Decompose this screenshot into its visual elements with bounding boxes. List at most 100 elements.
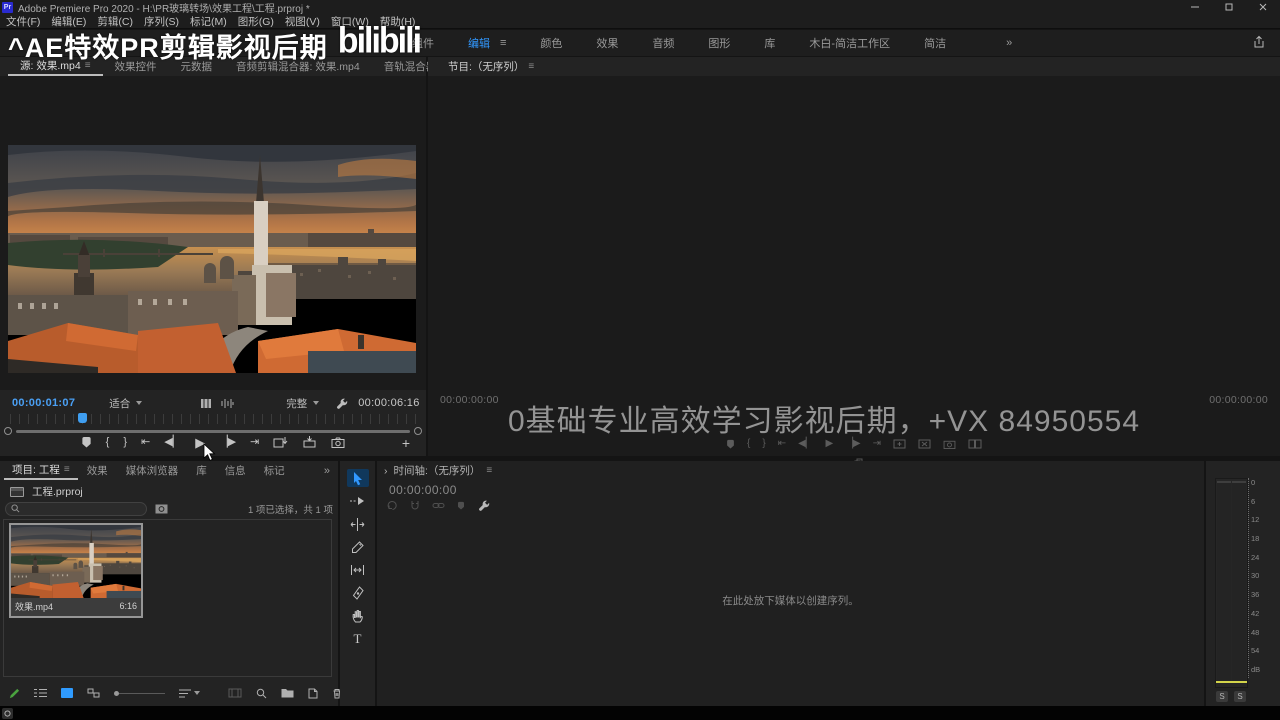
- extract-icon[interactable]: [918, 439, 931, 449]
- workspace-tab-color[interactable]: 颜色: [540, 35, 562, 51]
- search-bin-icon[interactable]: [155, 503, 168, 514]
- drag-video-icon[interactable]: [200, 398, 212, 409]
- step-back-icon[interactable]: ◀▏: [164, 436, 181, 448]
- workspace-menu-icon[interactable]: ≡: [500, 37, 506, 49]
- workspace-tab-assembly[interactable]: 组件: [412, 35, 434, 51]
- insert-overwrite-toggle-icon[interactable]: [387, 500, 398, 511]
- close-button[interactable]: [1246, 0, 1280, 14]
- insert-icon[interactable]: [273, 436, 288, 448]
- menu-clip[interactable]: 剪辑(C): [97, 14, 133, 29]
- project-writable-icon[interactable]: [8, 687, 20, 699]
- workspace-tab-graphics[interactable]: 图形: [708, 35, 730, 51]
- restore-button[interactable]: [1212, 0, 1246, 14]
- sort-icon[interactable]: [179, 689, 200, 698]
- timeline-settings-wrench-icon[interactable]: [477, 499, 490, 512]
- add-marker-icon[interactable]: [457, 501, 465, 510]
- timeline-empty-message[interactable]: 在此处放下媒体以创建序列。: [377, 593, 1204, 608]
- tab-project[interactable]: 项目: 工程 ≡: [4, 461, 78, 480]
- panel-menu-icon[interactable]: ≡: [486, 465, 492, 476]
- project-tabs-overflow-icon[interactable]: »: [324, 465, 330, 477]
- list-view-icon[interactable]: [34, 688, 47, 698]
- mark-in-icon[interactable]: {: [106, 436, 110, 448]
- clip-thumbnail[interactable]: [11, 525, 141, 598]
- menu-sequence[interactable]: 序列(S): [144, 14, 179, 29]
- find-icon[interactable]: [256, 688, 267, 699]
- solo-right-button[interactable]: S: [1234, 691, 1246, 702]
- workspace-tab-libraries[interactable]: 库: [764, 35, 775, 51]
- mark-in-icon[interactable]: {: [747, 438, 750, 449]
- comparison-view-icon[interactable]: [968, 439, 982, 449]
- tab-libraries[interactable]: 库: [187, 461, 216, 480]
- automate-to-sequence-icon[interactable]: [228, 688, 242, 698]
- export-frame-icon[interactable]: [331, 437, 345, 448]
- workspace-tab-audio[interactable]: 音频: [652, 35, 674, 51]
- play-button[interactable]: ▶: [195, 436, 205, 449]
- tab-metadata[interactable]: 元数据: [169, 57, 225, 76]
- add-marker-icon[interactable]: [726, 439, 735, 449]
- menu-window[interactable]: 窗口(W): [331, 14, 369, 29]
- play-button[interactable]: ▶: [825, 438, 833, 449]
- mark-out-icon[interactable]: }: [123, 436, 127, 448]
- type-tool[interactable]: T: [347, 630, 369, 648]
- go-to-out-icon[interactable]: ⇥: [250, 436, 259, 448]
- step-forward-icon[interactable]: ▕▶: [845, 438, 860, 449]
- workspace-tab-custom[interactable]: 木白-简洁工作区: [809, 35, 890, 51]
- playback-resolution-dropdown[interactable]: 完整: [286, 396, 320, 411]
- pen-tool[interactable]: [347, 584, 369, 602]
- mark-out-icon[interactable]: }: [762, 438, 765, 449]
- panel-menu-icon[interactable]: ≡: [85, 60, 91, 71]
- tab-effect-controls[interactable]: 效果控件: [103, 57, 169, 76]
- clip-card-selected[interactable]: 效果.mp4 6:16: [9, 523, 143, 618]
- new-bin-icon[interactable]: [281, 688, 294, 698]
- step-back-icon[interactable]: ◀▏: [798, 438, 813, 449]
- tab-source-clip[interactable]: 源: 效果.mp4 ≡: [8, 57, 103, 76]
- linked-selection-icon[interactable]: [432, 501, 445, 510]
- export-frame-icon[interactable]: [943, 439, 956, 449]
- project-file-name[interactable]: 工程.prproj: [32, 484, 83, 499]
- menu-markers[interactable]: 标记(M): [190, 14, 227, 29]
- audio-meter-bars[interactable]: [1215, 478, 1248, 688]
- go-to-out-icon[interactable]: ⇥: [873, 438, 881, 449]
- new-item-icon[interactable]: [308, 688, 318, 699]
- icon-view-icon[interactable]: [61, 688, 73, 698]
- panel-menu-icon[interactable]: ≡: [64, 464, 70, 475]
- menu-help[interactable]: 帮助(H): [380, 14, 416, 29]
- overwrite-icon[interactable]: [302, 436, 317, 448]
- search-field[interactable]: [24, 503, 134, 514]
- go-to-in-icon[interactable]: ⇤: [141, 436, 150, 448]
- share-export-icon[interactable]: [1252, 35, 1266, 49]
- snap-magnet-icon[interactable]: [410, 500, 420, 511]
- solo-left-button[interactable]: S: [1216, 691, 1228, 702]
- tab-media-browser[interactable]: 媒体浏览器: [117, 461, 188, 480]
- source-video-preview[interactable]: [8, 145, 416, 373]
- selection-tool[interactable]: [346, 469, 369, 487]
- tab-effects[interactable]: 效果: [78, 461, 117, 480]
- step-forward-icon[interactable]: ▕▶: [219, 436, 236, 448]
- tab-audio-clip-mixer[interactable]: 音频剪辑混合器: 效果.mp4: [224, 57, 372, 76]
- tab-program[interactable]: 节目:（无序列） ≡: [436, 57, 546, 76]
- timeline-title[interactable]: 时间轴:（无序列）: [394, 463, 481, 478]
- lift-icon[interactable]: [893, 439, 906, 449]
- zoom-level-dropdown[interactable]: 适合: [109, 396, 143, 411]
- ripple-edit-tool[interactable]: [347, 515, 369, 533]
- menu-view[interactable]: 视图(V): [285, 14, 320, 29]
- project-bin-area[interactable]: 效果.mp4 6:16: [3, 519, 332, 677]
- workspace-tab-editing[interactable]: 编辑: [468, 35, 490, 51]
- button-editor-plus-icon[interactable]: +: [402, 436, 410, 450]
- menu-file[interactable]: 文件(F): [6, 14, 40, 29]
- menu-graphics[interactable]: 图形(G): [238, 14, 274, 29]
- menu-edit[interactable]: 编辑(E): [51, 14, 86, 29]
- workspace-overflow-icon[interactable]: »: [1006, 37, 1012, 49]
- freeform-view-icon[interactable]: [87, 688, 100, 699]
- tab-markers[interactable]: 标记: [255, 461, 294, 480]
- source-playhead[interactable]: [78, 413, 87, 423]
- thumbnail-zoom-slider[interactable]: [114, 690, 165, 696]
- source-scrubber[interactable]: [10, 413, 416, 424]
- creative-cloud-icon[interactable]: [2, 708, 13, 719]
- razor-tool[interactable]: [347, 538, 369, 556]
- slip-tool[interactable]: [347, 561, 369, 579]
- hand-tool[interactable]: [347, 607, 369, 625]
- panel-collapse-chevron-icon[interactable]: ›: [384, 465, 388, 477]
- project-search-input[interactable]: [5, 501, 147, 516]
- workspace-tab-simple[interactable]: 简洁: [924, 35, 946, 51]
